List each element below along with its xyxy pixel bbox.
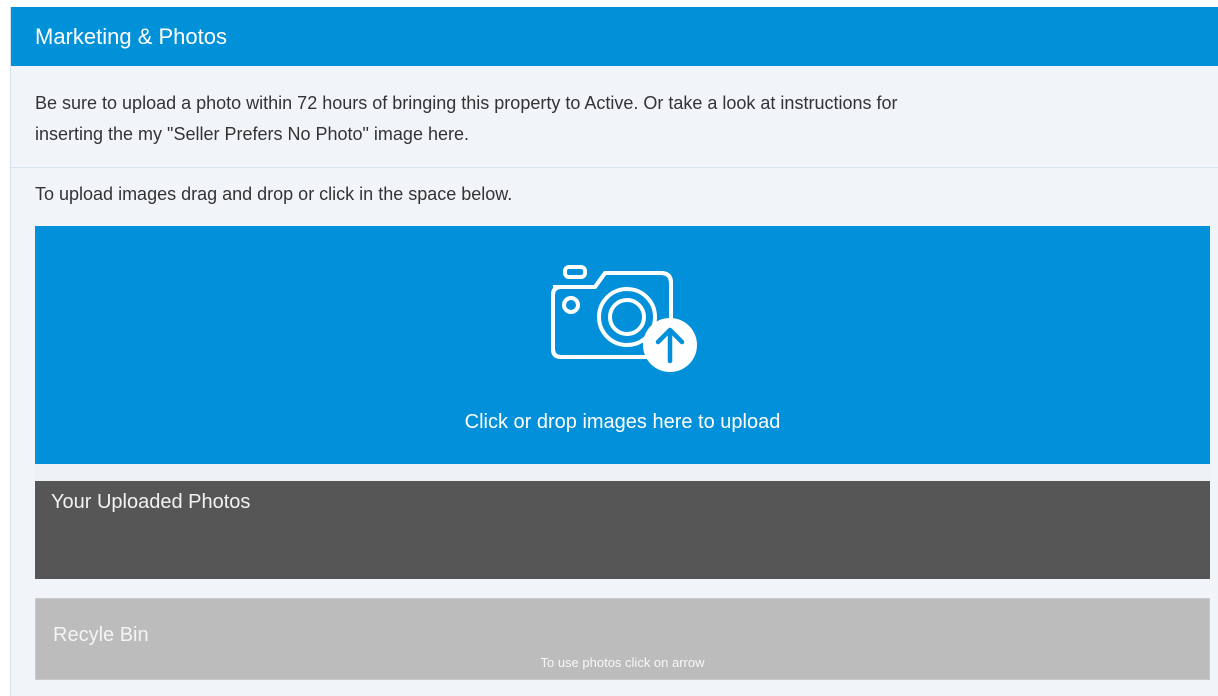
uploaded-photos-title: Your Uploaded Photos [51,491,251,513]
dropzone-label: Click or drop images here to upload [464,411,781,433]
recycle-bin-hint: To use photos click on arrow [540,655,705,670]
image-dropzone[interactable]: Click or drop images here to upload [35,226,1210,464]
marketing-photos-panel: Marketing & Photos Be sure to upload a p… [10,7,1218,696]
camera-upload-icon [551,265,697,372]
recycle-bin-title: Recyle Bin [53,624,149,646]
recycle-bin-area[interactable]: Recyle Bin To use photos click on arrow [35,598,1210,680]
notice-line-2: inserting the my "Seller Prefers No Phot… [35,124,469,144]
upload-hint: To upload images drag and drop or click … [35,184,513,204]
upload-notice: Be sure to upload a photo within 72 hour… [11,66,1218,168]
uploaded-photos-area[interactable]: Your Uploaded Photos [35,481,1210,579]
section-divider [35,464,1210,481]
panel-title: Marketing & Photos [11,7,1218,66]
notice-line-1: Be sure to upload a photo within 72 hour… [35,93,898,113]
